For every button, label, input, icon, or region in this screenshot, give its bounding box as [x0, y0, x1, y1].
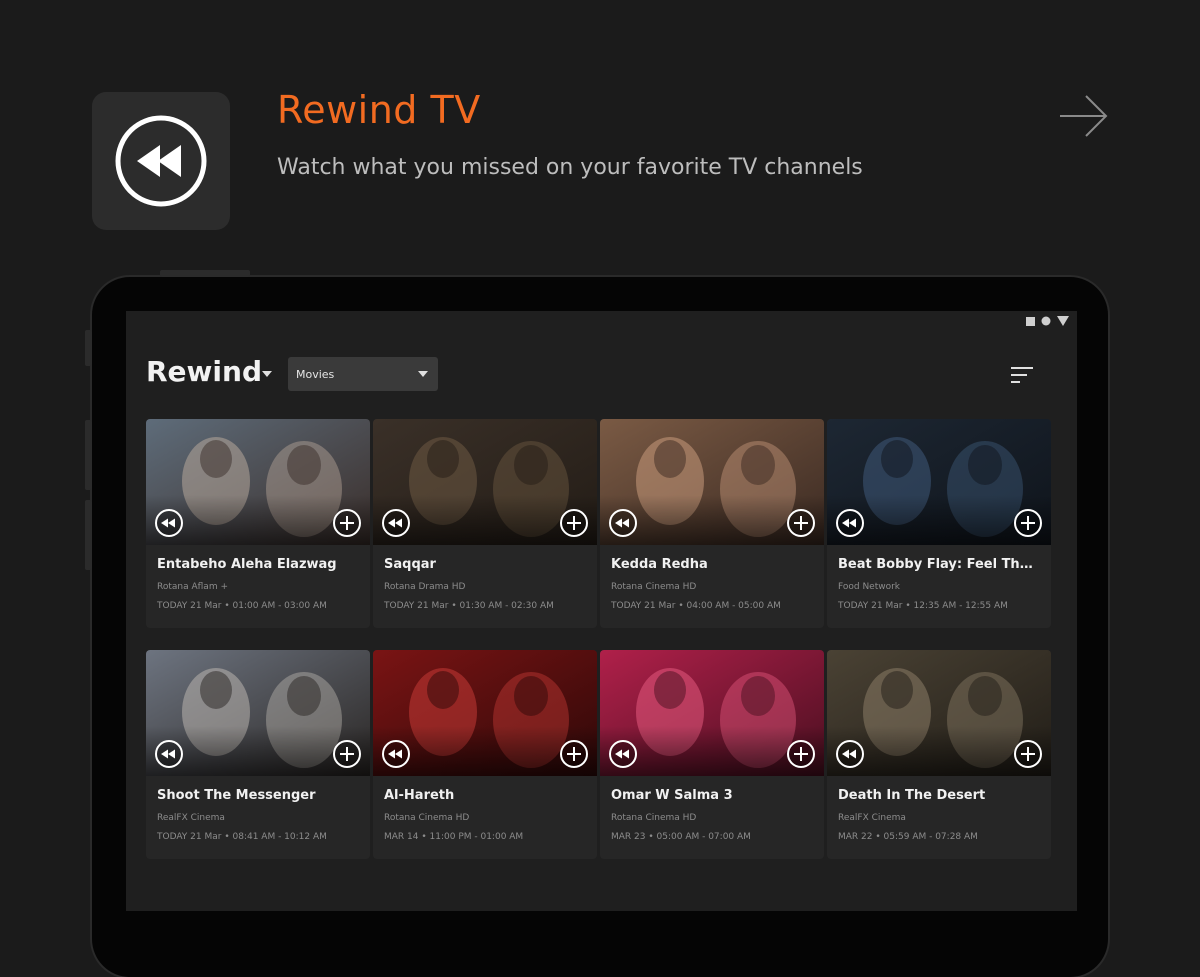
triangle-down-icon: [1057, 316, 1069, 326]
program-airtime: MAR 23 • 05:00 AM - 07:00 AM: [611, 832, 751, 842]
program-card[interactable]: Shoot The Messenger RealFX Cinema TODAY 21…: [146, 650, 370, 859]
arrow-right-icon: [1060, 95, 1108, 137]
program-channel: RealFX Cinema: [838, 813, 906, 823]
rewind-icon: [836, 740, 864, 768]
rewind-button[interactable]: [381, 508, 411, 538]
genre-selected-value: Movies: [296, 367, 335, 381]
add-to-list-button[interactable]: [1013, 508, 1043, 538]
sort-lines-icon: [1011, 367, 1033, 383]
rewind-button[interactable]: [608, 739, 638, 769]
program-airtime: TODAY 21 Mar • 04:00 AM - 05:00 AM: [611, 601, 781, 611]
rewind-button[interactable]: [608, 508, 638, 538]
rewind-icon: [609, 740, 637, 768]
program-card[interactable]: Omar W Salma 3 Rotana Cinema HD MAR 23 • 0…: [600, 650, 824, 859]
program-title: Kedda Redha: [611, 557, 708, 572]
program-card[interactable]: Beat Bobby Flay: Feel The Heat Food Netwo…: [827, 419, 1051, 628]
rewind-icon: [155, 509, 183, 537]
rewind-button[interactable]: [381, 739, 411, 769]
page-title[interactable]: Rewind: [146, 355, 262, 388]
app-screen: Rewind Movies Entabeho Aleha Elazwag Rota…: [126, 311, 1077, 911]
program-title: Saqqar: [384, 557, 436, 572]
program-airtime: TODAY 21 Mar • 01:30 AM - 02:30 AM: [384, 601, 554, 611]
tablet-side-button: [85, 330, 92, 366]
add-to-list-button[interactable]: [332, 508, 362, 538]
program-card[interactable]: Al-Hareth Rotana Cinema HD MAR 14 • 11:00 …: [373, 650, 597, 859]
add-to-list-button[interactable]: [332, 739, 362, 769]
rewind-icon: [155, 740, 183, 768]
add-to-list-button[interactable]: [786, 508, 816, 538]
program-card[interactable]: Entabeho Aleha Elazwag Rotana Aflam + TODA…: [146, 419, 370, 628]
add-to-list-button[interactable]: [559, 739, 589, 769]
rewind-button[interactable]: [154, 508, 184, 538]
program-title: Entabeho Aleha Elazwag: [157, 557, 337, 572]
program-title: Death In The Desert: [838, 788, 986, 803]
next-arrow-button[interactable]: [1058, 92, 1110, 140]
program-channel: Rotana Cinema HD: [611, 813, 697, 823]
program-card[interactable]: Kedda Redha Rotana Cinema HD TODAY 21 Mar …: [600, 419, 824, 628]
rewind-icon: [382, 740, 410, 768]
rewind-button[interactable]: [835, 508, 865, 538]
stop-square-icon: [1026, 316, 1035, 326]
plus-circle-icon: [1014, 740, 1042, 768]
program-channel: Rotana Aflam +: [157, 582, 228, 592]
add-to-list-button[interactable]: [1013, 739, 1043, 769]
promo-subtitle: Watch what you missed on your favorite T…: [277, 155, 863, 180]
rewind-button[interactable]: [835, 739, 865, 769]
program-channel: Food Network: [838, 582, 901, 592]
plus-circle-icon: [787, 740, 815, 768]
tablet-volume-button: [85, 420, 92, 490]
caret-down-icon[interactable]: [262, 371, 272, 377]
rewind-icon: [609, 509, 637, 537]
program-channel: Rotana Cinema HD: [611, 582, 697, 592]
program-title: Beat Bobby Flay: Feel The Heat: [838, 557, 1041, 572]
program-airtime: TODAY 21 Mar • 01:00 AM - 03:00 AM: [157, 601, 327, 611]
sort-button[interactable]: [1007, 363, 1037, 389]
promo-title: Rewind TV: [277, 88, 481, 132]
tablet-volume-button: [85, 500, 92, 570]
record-dot-icon: [1041, 316, 1051, 326]
plus-circle-icon: [333, 509, 361, 537]
chevron-down-icon: [418, 371, 428, 377]
rewind-icon: [836, 509, 864, 537]
status-bar: [1026, 314, 1069, 328]
program-title: Shoot The Messenger: [157, 788, 316, 803]
plus-circle-icon: [333, 740, 361, 768]
program-airtime: TODAY 21 Mar • 08:41 AM - 10:12 AM: [157, 832, 327, 842]
rewind-circle-icon: [115, 115, 207, 207]
plus-circle-icon: [1014, 509, 1042, 537]
add-to-list-button[interactable]: [786, 739, 816, 769]
plus-circle-icon: [560, 509, 588, 537]
tablet-top-button: [160, 270, 250, 277]
add-to-list-button[interactable]: [559, 508, 589, 538]
plus-circle-icon: [560, 740, 588, 768]
program-channel: Rotana Drama HD: [384, 582, 466, 592]
plus-circle-icon: [787, 509, 815, 537]
program-channel: Rotana Cinema HD: [384, 813, 470, 823]
program-title: Omar W Salma 3: [611, 788, 733, 803]
program-airtime: TODAY 21 Mar • 12:35 AM - 12:55 AM: [838, 601, 1008, 611]
program-card[interactable]: Saqqar Rotana Drama HD TODAY 21 Mar • 01:3…: [373, 419, 597, 628]
program-card[interactable]: Death In The Desert RealFX Cinema MAR 22 •…: [827, 650, 1051, 859]
rewind-app-icon: [92, 92, 230, 230]
program-airtime: MAR 22 • 05:59 AM - 07:28 AM: [838, 832, 978, 842]
rewind-icon: [382, 509, 410, 537]
program-channel: RealFX Cinema: [157, 813, 225, 823]
genre-dropdown[interactable]: Movies: [288, 357, 438, 391]
rewind-button[interactable]: [154, 739, 184, 769]
program-airtime: MAR 14 • 11:00 PM - 01:00 AM: [384, 832, 524, 842]
program-title: Al-Hareth: [384, 788, 455, 803]
